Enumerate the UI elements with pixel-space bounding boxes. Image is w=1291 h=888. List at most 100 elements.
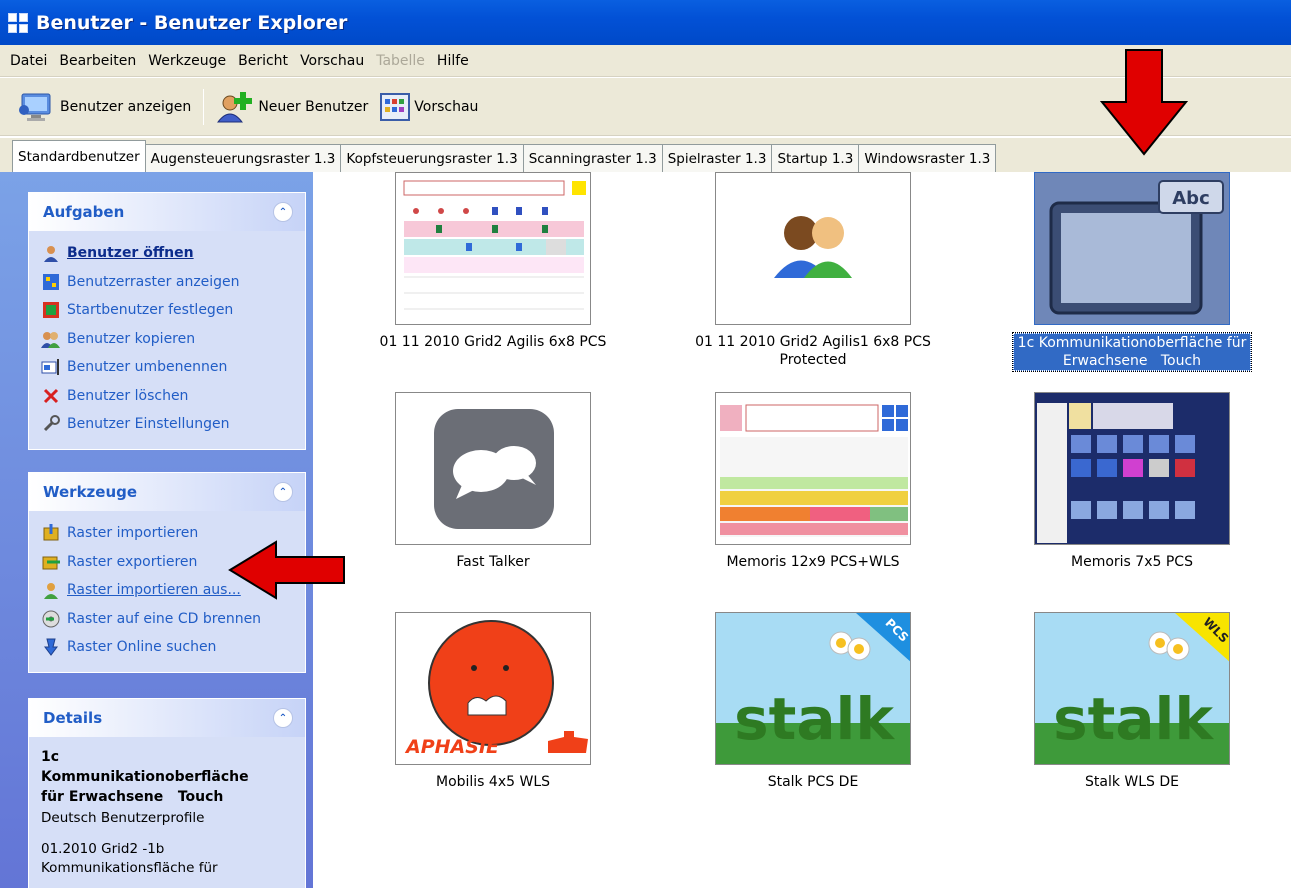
tab-spielraster[interactable]: Spielraster 1.3	[661, 144, 773, 172]
title-bar: Benutzer - Benutzer Explorer	[0, 0, 1291, 45]
tasks-panel-title: Aufgaben	[43, 203, 125, 221]
left-arrow-annotation	[228, 540, 345, 600]
task-burn-cd[interactable]: Raster auf eine CD brennen	[41, 605, 293, 634]
user-caption: Memoris 12x9 PCS+WLS	[726, 554, 900, 570]
details-profile: Deutsch Benutzerprofile	[41, 810, 205, 826]
tools-panel-title: Werkzeuge	[43, 483, 138, 501]
menu-vorschau[interactable]: Vorschau	[294, 53, 370, 69]
show-user-label: Benutzer anzeigen	[60, 98, 192, 115]
user-thumbnail[interactable]	[395, 392, 591, 545]
menu-bericht[interactable]: Bericht	[232, 53, 294, 69]
tab-standardbenutzer[interactable]: Standardbenutzer	[12, 140, 146, 172]
user-item[interactable]: Memoris 12x9 PCS+WLS	[693, 392, 933, 571]
details-panel-title: Details	[43, 709, 103, 727]
tab-scanningraster[interactable]: Scanningraster 1.3	[522, 144, 663, 172]
window-title: Benutzer - Benutzer Explorer	[36, 11, 348, 34]
details-user-name: 1c Kommunikationoberfläche für Erwachsen…	[41, 747, 293, 807]
tab-kopfsteuerungsraster[interactable]: Kopfsteuerungsraster 1.3	[340, 144, 524, 172]
user-caption: 01 11 2010 Grid2 Agilis 6x8 PCS	[379, 334, 607, 350]
collapse-icon[interactable]: ⌃	[273, 202, 293, 222]
new-user-icon	[217, 91, 253, 122]
users-copy-icon	[41, 329, 61, 349]
user-icon	[41, 243, 61, 263]
user-item-selected[interactable]: Abc 1c Kommunikationoberfläche für Erwac…	[1012, 172, 1252, 372]
tab-augensteuerungsraster[interactable]: Augensteuerungsraster 1.3	[144, 144, 342, 172]
new-user-button[interactable]: Neuer Benutzer	[210, 87, 374, 127]
details-desc-line: Kommunikationsfläche für	[41, 860, 218, 876]
menu-werkzeuge[interactable]: Werkzeuge	[142, 53, 232, 69]
task-label: Benutzer öffnen	[67, 245, 194, 262]
user-item[interactable]: PCS stalk Stalk PCS DE	[693, 612, 933, 791]
user-item[interactable]: APHASIE Mobilis 4x5 WLS	[373, 612, 613, 791]
user-caption: Fast Talker	[456, 554, 530, 570]
task-copy-user[interactable]: Benutzer kopieren	[41, 325, 293, 354]
task-user-settings[interactable]: Benutzer Einstellungen	[41, 410, 293, 439]
tasks-panel-header[interactable]: Aufgaben ⌃	[29, 193, 305, 231]
tab-startup[interactable]: Startup 1.3	[771, 144, 860, 172]
menu-hilfe[interactable]: Hilfe	[431, 53, 475, 69]
task-label: Raster importieren aus...	[67, 582, 241, 599]
speech-bubbles-icon	[434, 409, 554, 529]
user-thumbnail[interactable]: APHASIE	[395, 612, 591, 765]
task-label: Raster importieren	[67, 525, 199, 542]
export-icon	[41, 552, 61, 572]
tab-bar: Standardbenutzer Augensteuerungsraster 1…	[0, 138, 1291, 172]
user-thumbnail[interactable]	[715, 172, 911, 325]
grid-icon	[41, 272, 61, 292]
import-icon	[41, 523, 61, 543]
cd-icon	[41, 609, 61, 629]
user-caption: 01 11 2010 Grid2 Agilis1 6x8 PCS Protect…	[695, 334, 931, 368]
task-open-user[interactable]: Benutzer öffnen	[41, 239, 293, 268]
user-item[interactable]: 01 11 2010 Grid2 Agilis1 6x8 PCS Protect…	[693, 172, 933, 369]
menu-bearbeiten[interactable]: Bearbeiten	[53, 53, 142, 69]
task-sidebar: Aufgaben ⌃ Benutzer öffnen Benutzerraste…	[0, 172, 313, 888]
user-caption: Mobilis 4x5 WLS	[435, 774, 551, 790]
app-icon	[8, 12, 28, 33]
menu-bar: Datei Bearbeiten Werkzeuge Bericht Vorsc…	[0, 45, 1291, 77]
grid-preview-icon	[380, 92, 411, 121]
task-label: Benutzer umbenennen	[67, 359, 228, 376]
tools-panel-header[interactable]: Werkzeuge ⌃	[29, 473, 305, 511]
task-rename-user[interactable]: Benutzer umbenennen	[41, 353, 293, 382]
user-thumbnail[interactable]	[715, 392, 911, 545]
download-icon	[41, 637, 61, 657]
user-thumbnail[interactable]: WLS stalk	[1034, 612, 1230, 765]
show-user-button[interactable]: Benutzer anzeigen	[10, 87, 197, 127]
user-grid-view: 01 11 2010 Grid2 Agilis 6x8 PCS 01 11 20…	[313, 172, 1291, 888]
down-arrow-annotation	[1100, 49, 1188, 156]
user-thumbnail[interactable]: Abc	[1034, 172, 1230, 325]
tasks-panel: Aufgaben ⌃ Benutzer öffnen Benutzerraste…	[28, 192, 306, 450]
task-show-user-grids[interactable]: Benutzerraster anzeigen	[41, 268, 293, 297]
details-name-line: 1c	[41, 749, 60, 765]
user-item[interactable]: 01 11 2010 Grid2 Agilis 6x8 PCS	[373, 172, 613, 351]
task-set-start-user[interactable]: Startbenutzer festlegen	[41, 296, 293, 325]
details-desc-line: 01.2010 Grid2 -1b	[41, 841, 165, 857]
svg-text:APHASIE: APHASIE	[404, 736, 499, 758]
collapse-icon[interactable]: ⌃	[273, 482, 293, 502]
user-item[interactable]: WLS stalk Stalk WLS DE	[1012, 612, 1252, 791]
user-import-icon	[41, 580, 61, 600]
svg-text:stalk: stalk	[1053, 685, 1214, 753]
toolbar-separator	[203, 88, 205, 125]
tab-windowsraster[interactable]: Windowsraster 1.3	[858, 144, 997, 172]
delete-icon	[41, 386, 61, 406]
rename-icon	[41, 357, 61, 377]
svg-text:Abc: Abc	[1172, 188, 1210, 209]
user-thumbnail[interactable]	[1034, 392, 1230, 545]
menu-datei[interactable]: Datei	[4, 53, 53, 69]
preview-button[interactable]: Vorschau	[374, 87, 484, 127]
wrench-icon	[41, 414, 61, 434]
task-search-online[interactable]: Raster Online suchen	[41, 633, 293, 662]
user-item[interactable]: Fast Talker	[373, 392, 613, 571]
task-label: Benutzer kopieren	[67, 330, 196, 347]
details-panel-header[interactable]: Details ⌃	[29, 699, 305, 737]
collapse-icon[interactable]: ⌃	[273, 708, 293, 728]
task-delete-user[interactable]: Benutzer löschen	[41, 382, 293, 411]
user-thumbnail[interactable]: PCS stalk	[715, 612, 911, 765]
svg-text:stalk: stalk	[734, 685, 895, 753]
user-caption: Stalk PCS DE	[767, 774, 859, 790]
user-item[interactable]: Memoris 7x5 PCS	[1012, 392, 1252, 571]
menu-tabelle: Tabelle	[376, 52, 425, 69]
task-label: Benutzer löschen	[67, 387, 189, 404]
user-thumbnail[interactable]	[395, 172, 591, 325]
